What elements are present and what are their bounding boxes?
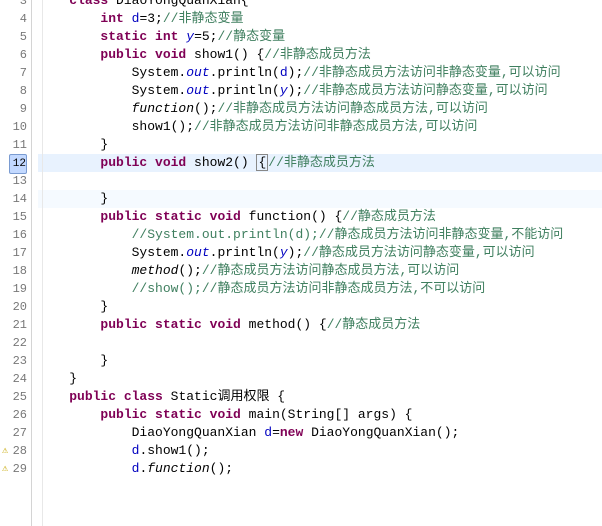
code-line[interactable]: d.show1(); <box>38 442 602 460</box>
code-line[interactable]: int d=3;//非静态变量 <box>38 10 602 28</box>
code-line[interactable]: } <box>38 370 602 388</box>
code-line[interactable]: } <box>38 136 602 154</box>
line-number[interactable]: 11 <box>8 136 27 154</box>
code-line[interactable] <box>38 334 602 352</box>
line-number[interactable]: 23 <box>8 352 27 370</box>
code-line[interactable]: System.out.println(y);//非静态成员方法访问静态变量,可以… <box>38 82 602 100</box>
line-number[interactable]: 12 <box>8 154 27 172</box>
code-line[interactable]: public void show1() {//非静态成员方法 <box>38 46 602 64</box>
line-number[interactable]: 13 <box>8 172 27 190</box>
line-number[interactable]: 29 <box>8 460 27 478</box>
code-line[interactable]: method();//静态成员方法访问静态成员方法,可以访问 <box>38 262 602 280</box>
line-number[interactable]: 26 <box>8 406 27 424</box>
code-line[interactable]: class DiaoYongQuanXian{ <box>38 0 602 10</box>
line-number[interactable]: 10 <box>8 118 27 136</box>
line-number[interactable]: 9 <box>8 100 27 118</box>
line-number[interactable]: 20 <box>8 298 27 316</box>
code-line[interactable]: //System.out.println(d);//静态成员方法访问非静态变量,… <box>38 226 602 244</box>
code-line[interactable]: } <box>38 190 602 208</box>
line-number[interactable]: 17 <box>8 244 27 262</box>
code-line[interactable]: show1();//非静态成员方法访问非静态成员方法,可以访问 <box>38 118 602 136</box>
code-line[interactable]: //show();//静态成员方法访问非静态成员方法,不可以访问 <box>38 280 602 298</box>
code-line[interactable]: function();//非静态成员方法访问静态成员方法,可以访问 <box>38 100 602 118</box>
code-line[interactable]: System.out.println(y);//静态成员方法访问静态变量,可以访… <box>38 244 602 262</box>
line-number[interactable]: 8 <box>8 82 27 100</box>
line-number[interactable]: 6 <box>8 46 27 64</box>
line-number[interactable]: 25 <box>8 388 27 406</box>
line-number[interactable]: 19 <box>8 280 27 298</box>
code-line[interactable]: public static void method() {//静态成员方法 <box>38 316 602 334</box>
code-line[interactable]: DiaoYongQuanXian d=new DiaoYongQuanXian(… <box>38 424 602 442</box>
line-number[interactable]: 4 <box>8 10 27 28</box>
line-number[interactable]: 28 <box>8 442 27 460</box>
code-line[interactable] <box>38 172 602 190</box>
code-line[interactable]: public static void main(String[] args) { <box>38 406 602 424</box>
selected-line-number[interactable]: 12 <box>9 154 27 174</box>
code-line[interactable]: public static void function() {//静态成员方法 <box>38 208 602 226</box>
code-line[interactable]: } <box>38 352 602 370</box>
code-line[interactable]: } <box>38 298 602 316</box>
warning-icon[interactable]: ⚠ <box>2 445 8 457</box>
line-number[interactable]: 21 <box>8 316 27 334</box>
line-number[interactable]: 18 <box>8 262 27 280</box>
code-area[interactable]: class DiaoYongQuanXian{ int d=3;//非静态变量 … <box>32 0 602 526</box>
code-line[interactable]: System.out.println(d);//非静态成员方法访问非静态变量,可… <box>38 64 602 82</box>
line-number[interactable]: 14 <box>8 190 27 208</box>
line-number[interactable]: 15 <box>8 208 27 226</box>
line-number[interactable]: 22 <box>8 334 27 352</box>
code-editor[interactable]: 3456789101112131415161718192021222324252… <box>0 0 602 526</box>
line-number[interactable]: 16 <box>8 226 27 244</box>
warning-icon[interactable]: ⚠ <box>2 463 8 475</box>
line-number[interactable]: 27 <box>8 424 27 442</box>
line-number[interactable]: 7 <box>8 64 27 82</box>
code-line[interactable]: d.function(); <box>38 460 602 478</box>
code-line[interactable]: public void show2() {//非静态成员方法 <box>38 154 602 172</box>
line-number[interactable]: 5 <box>8 28 27 46</box>
code-line[interactable]: static int y=5;//静态变量 <box>38 28 602 46</box>
fold-guide-line <box>42 0 43 526</box>
line-number[interactable]: 3 <box>8 0 27 10</box>
code-line[interactable]: public class Static调用权限 { <box>38 388 602 406</box>
line-number[interactable]: 24 <box>8 370 27 388</box>
